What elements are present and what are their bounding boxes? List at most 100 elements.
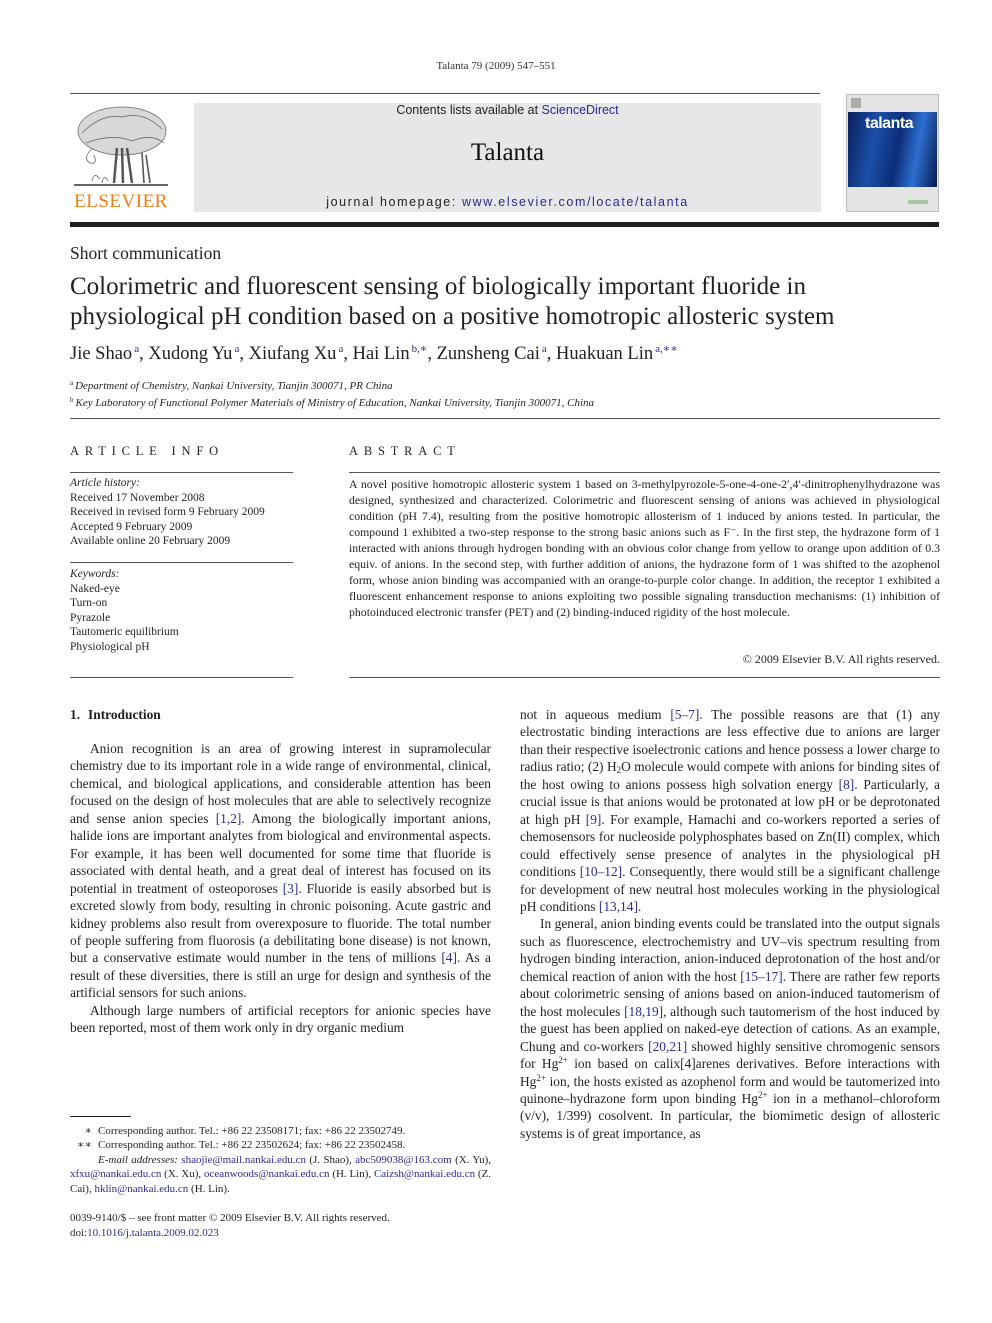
abstract-rule xyxy=(349,472,940,473)
section-number: 1. xyxy=(70,707,81,722)
section-heading: 1. Introduction xyxy=(70,707,161,723)
abstract-heading: ABSTRACT xyxy=(349,444,461,458)
author-separator: , xyxy=(546,344,557,364)
author-affiliation-mark[interactable]: a,∗∗ xyxy=(655,343,678,355)
email-addresses: E-mail addresses: shaojie@mail.nankai.ed… xyxy=(70,1154,491,1195)
superscript: 2+ xyxy=(536,1072,546,1083)
citation-link[interactable]: [15–17] xyxy=(740,969,782,984)
doi-line: doi:10.1016/j.talanta.2009.02.023 xyxy=(70,1226,390,1241)
keywords-label: Keywords: xyxy=(70,568,120,580)
elsevier-wordmark: ELSEVIER xyxy=(74,191,168,212)
doi-link[interactable]: 10.1016/j.talanta.2009.02.023 xyxy=(87,1227,219,1239)
keyword: Physiological pH xyxy=(70,640,150,653)
email-link[interactable]: xfxu@nankai.edu.cn xyxy=(70,1168,161,1180)
author-separator: , xyxy=(139,344,149,364)
title-divider xyxy=(70,418,940,419)
citation-link[interactable]: [10–12] xyxy=(580,864,622,879)
author[interactable]: Xudong Yu a xyxy=(148,343,239,364)
running-head: Talanta 79 (2009) 547–551 xyxy=(436,60,556,72)
footnotes: ∗ Corresponding author. Tel.: +86 22 2350… xyxy=(70,1124,491,1196)
author[interactable]: Jie Shao a xyxy=(70,343,139,364)
author-separator: , xyxy=(239,344,249,364)
cover-badge-icon xyxy=(908,200,928,204)
abstract-rule xyxy=(349,677,940,678)
citation-link[interactable]: [5–7] xyxy=(670,707,699,722)
citation-link[interactable]: [20,21] xyxy=(648,1039,687,1054)
footnote-text: Corresponding author. Tel.: +86 22 23508… xyxy=(98,1125,406,1137)
article-info-rule xyxy=(70,677,293,678)
keyword: Naked-eye xyxy=(70,582,120,595)
keyword: Tautomeric equilibrium xyxy=(70,626,179,638)
affiliations: a Department of Chemistry, Nankai Univers… xyxy=(70,376,594,410)
affiliation-text: Key Laboratory of Functional Polymer Mat… xyxy=(75,397,595,409)
email-link[interactable]: shaojie@mail.nankai.edu.cn xyxy=(181,1154,306,1166)
citation-link[interactable]: [1,2] xyxy=(216,811,242,826)
body-column-left: Anion recognition is an area of growing … xyxy=(70,740,491,1037)
citation-link[interactable]: [3] xyxy=(283,881,299,896)
keyword: Turn-on xyxy=(70,597,108,609)
author-name: Huakuan Lin xyxy=(556,344,654,364)
homepage-prefix: journal homepage: xyxy=(326,195,463,209)
email-owner: (J. Shao), xyxy=(305,1153,356,1166)
email-link[interactable]: Caizsh@nankai.edu.cn xyxy=(374,1168,475,1180)
masthead-top-rule xyxy=(70,93,820,94)
history-accepted: Accepted 9 February 2009 xyxy=(70,520,193,533)
footnote-text: Corresponding author. Tel.: +86 22 23502… xyxy=(98,1139,406,1152)
history-online: Available online 20 February 2009 xyxy=(70,535,231,547)
body-paragraph: Anion recognition is an area of growing … xyxy=(70,740,491,1002)
footnote-corresponding: ∗∗ Corresponding author. Tel.: +86 22 235… xyxy=(70,1138,491,1152)
author-name: Zunsheng Cai xyxy=(436,344,540,364)
email-link[interactable]: abc509038@163.com xyxy=(355,1154,452,1166)
keyword: Pyrazole xyxy=(70,611,111,624)
footnote-rule xyxy=(70,1116,131,1117)
author-separator: , xyxy=(427,344,437,364)
issn-line: 0039-9140/$ – see front matter © 2009 El… xyxy=(70,1212,390,1224)
article-title: Colorimetric and fluorescent sensing of … xyxy=(70,273,835,330)
cover-publisher-icon xyxy=(851,98,861,108)
cover-title: talanta xyxy=(865,115,914,132)
email-link[interactable]: oceanwoods@nankai.edu.cn xyxy=(204,1168,330,1180)
history-revised: Received in revised form 9 February 2009 xyxy=(70,506,265,518)
affiliation-mark: b xyxy=(70,396,74,404)
footnote-corresponding: ∗ Corresponding author. Tel.: +86 22 2350… xyxy=(70,1124,491,1138)
article-info-heading: ARTICLE INFO xyxy=(70,444,224,458)
sciencedirect-link[interactable]: ScienceDirect xyxy=(542,103,619,117)
email-owner: (H. Lin), xyxy=(329,1168,374,1181)
author-name: Xiufang Xu xyxy=(248,344,337,364)
body-paragraph: Although large numbers of artificial rec… xyxy=(70,1002,491,1037)
author-name: Xudong Yu xyxy=(148,344,233,364)
author-name: Jie Shao xyxy=(70,344,133,364)
email-owner: (H. Lin). xyxy=(188,1182,230,1195)
body-paragraph: In general, anion binding events could b… xyxy=(520,915,940,1142)
citation-link[interactable]: [4] xyxy=(441,950,457,965)
abstract-text: A novel positive homotropic allosteric s… xyxy=(349,477,940,619)
author-affiliation-mark[interactable]: b,∗ xyxy=(412,343,428,355)
elsevier-tree-icon xyxy=(74,106,168,186)
affiliation-text: Department of Chemistry, Nankai Universi… xyxy=(75,380,393,392)
author[interactable]: Zunsheng Cai a xyxy=(436,343,547,364)
email-owner: (X. Xu), xyxy=(161,1168,204,1181)
article-type: Short communication xyxy=(70,243,222,263)
affiliation-mark: a xyxy=(70,379,74,387)
author[interactable]: Hai Lin b,∗ xyxy=(352,343,428,364)
journal-homepage-link[interactable]: www.elsevier.com/locate/talanta xyxy=(462,195,689,209)
citation-link[interactable]: [13,14] xyxy=(599,899,638,914)
citation-link[interactable]: [9] xyxy=(586,812,602,827)
elsevier-logo[interactable]: ELSEVIER xyxy=(68,103,174,213)
body-text: not in aqueous medium xyxy=(520,707,671,722)
author[interactable]: Huakuan Lin a,∗∗ xyxy=(556,343,678,364)
email-link[interactable]: hklin@nankai.edu.cn xyxy=(94,1183,188,1195)
author[interactable]: Xiufang Xu a xyxy=(248,343,344,364)
article-history-label: Article history: xyxy=(70,477,140,489)
citation-link[interactable]: [8] xyxy=(839,777,855,792)
author-list: Jie Shao a, Xudong Yu a, Xiufang Xu a, Hai … xyxy=(70,342,678,365)
email-owner: (X. Yu), xyxy=(451,1153,492,1166)
citation-link[interactable]: [18,19] xyxy=(624,1004,663,1019)
front-matter: 0039-9140/$ – see front matter © 2009 El… xyxy=(70,1211,390,1240)
affiliation: a Department of Chemistry, Nankai Univers… xyxy=(70,376,594,393)
journal-cover-thumbnail[interactable]: talanta xyxy=(846,94,939,212)
article-history: Article history: Received 17 November 20… xyxy=(70,476,265,549)
superscript: 2+ xyxy=(757,1089,768,1100)
article-info-rule xyxy=(70,562,293,563)
author-name: Hai Lin xyxy=(352,344,410,364)
